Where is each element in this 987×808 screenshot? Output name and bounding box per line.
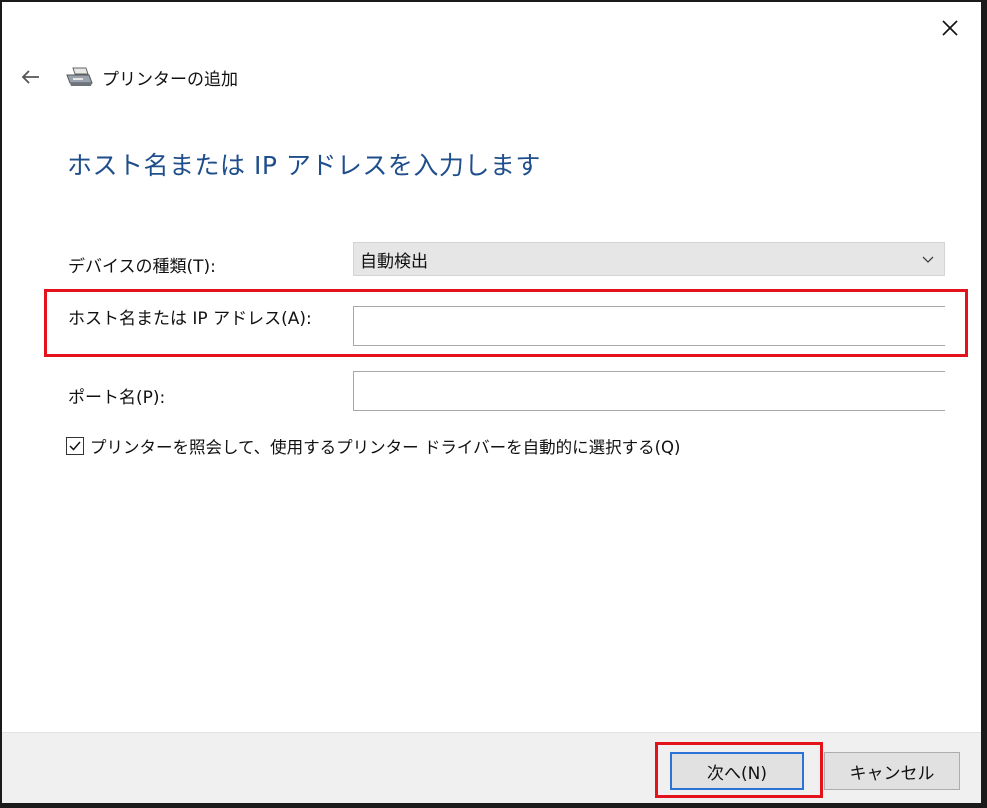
- cancel-button[interactable]: キャンセル: [824, 752, 960, 790]
- next-button[interactable]: 次へ(N): [670, 752, 804, 790]
- port-field[interactable]: [353, 371, 945, 411]
- device-type-label: デバイスの種類(T):: [68, 257, 216, 277]
- window-title: プリンターの追加: [102, 69, 238, 90]
- hostname-label: ホスト名または IP アドレス(A):: [68, 309, 312, 329]
- close-button[interactable]: [930, 14, 970, 42]
- checkmark-icon: [69, 441, 81, 451]
- printer-icon: [66, 67, 93, 86]
- auto-select-label: プリンターを照会して、使用するプリンター ドライバーを自動的に選択する(Q): [90, 438, 681, 457]
- auto-select-checkbox[interactable]: [66, 437, 84, 455]
- back-button[interactable]: [16, 64, 44, 90]
- window-header: プリンターの追加: [64, 62, 238, 92]
- port-label: ポート名(P):: [68, 388, 166, 408]
- device-type-select[interactable]: 自動検出: [353, 242, 945, 276]
- device-type-value: 自動検出: [360, 251, 428, 272]
- hostname-field[interactable]: [353, 306, 945, 346]
- close-icon: [942, 20, 958, 36]
- page-title: ホスト名または IP アドレスを入力します: [67, 151, 541, 180]
- chevron-down-icon: [922, 256, 934, 263]
- back-arrow-icon: [21, 70, 39, 84]
- auto-select-driver-option[interactable]: プリンターを照会して、使用するプリンター ドライバーを自動的に選択する(Q): [66, 434, 680, 458]
